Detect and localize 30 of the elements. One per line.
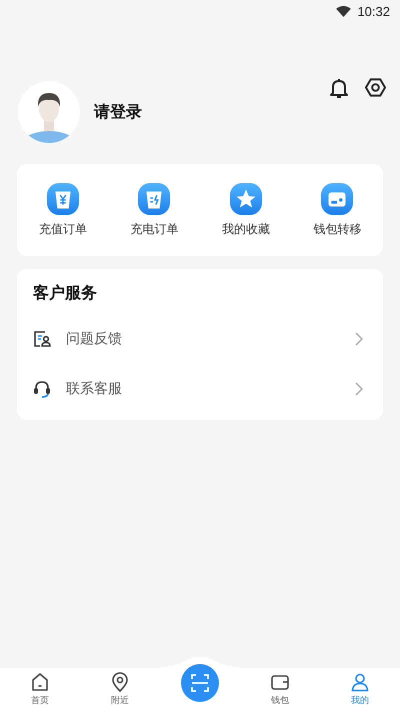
service-label: 联系客服 — [66, 380, 123, 398]
tab[interactable]: 钱包 — [240, 668, 320, 710]
tab[interactable]: 我的 — [320, 668, 400, 710]
chevron-right-icon — [355, 332, 363, 346]
wifi-icon — [336, 6, 352, 16]
service-item[interactable]: 问题反馈 — [17, 314, 383, 364]
feedback-form-icon — [32, 329, 52, 349]
quick-action[interactable]: 充电订单 — [108, 182, 200, 238]
scan-button[interactable] — [181, 664, 219, 702]
notification-bell-icon[interactable] — [329, 77, 349, 99]
section-title: 客户服务 — [32, 283, 98, 304]
quick-action[interactable]: 钱包转移 — [292, 182, 383, 238]
wallet-icon — [320, 182, 354, 216]
service-label: 问题反馈 — [66, 330, 123, 348]
chevron-right-icon — [355, 382, 363, 396]
charging-receipt-icon — [137, 182, 172, 216]
location-pin-icon — [110, 672, 130, 692]
status-time: 10:32 — [357, 4, 390, 18]
quick-action[interactable]: 充值订单 — [17, 182, 108, 238]
tab[interactable]: 附近 — [80, 668, 160, 710]
login-prompt[interactable]: 请登录 — [94, 102, 329, 122]
headset-icon — [32, 379, 52, 399]
person-icon — [350, 672, 370, 692]
service-item[interactable]: 联系客服 — [17, 364, 383, 414]
quick-action[interactable]: 我的收藏 — [200, 182, 292, 238]
home-icon — [30, 672, 50, 692]
receipt-icon — [46, 182, 80, 216]
tab[interactable]: 首页 — [0, 668, 80, 710]
settings-icon[interactable] — [365, 77, 386, 98]
avatar[interactable] — [18, 81, 80, 143]
